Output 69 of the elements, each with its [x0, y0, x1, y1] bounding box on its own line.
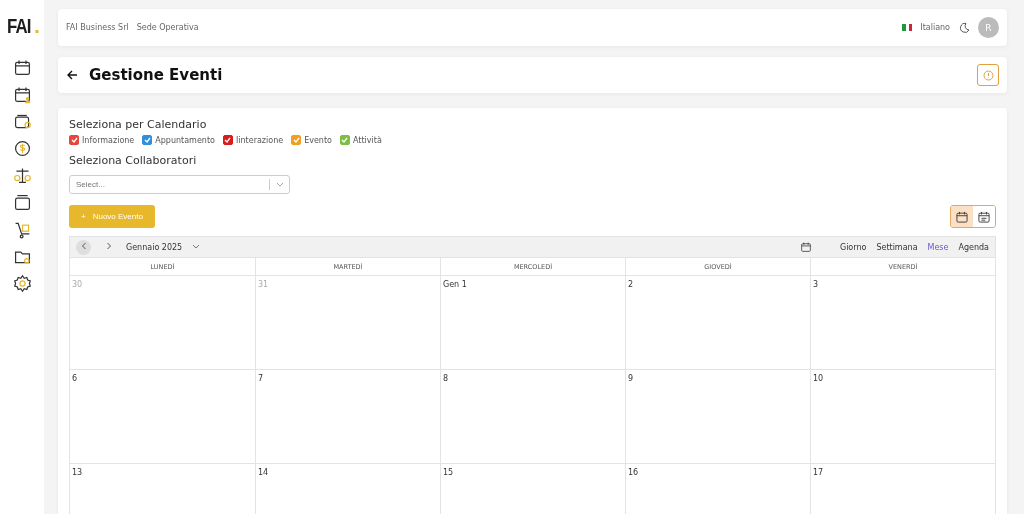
checkbox[interactable]	[69, 135, 79, 145]
day-number: 10	[813, 374, 824, 383]
month-label[interactable]: Gennaio 2025	[126, 242, 183, 252]
moon-icon[interactable]	[958, 21, 970, 34]
day-cell[interactable]: 7	[255, 369, 440, 463]
calendar-list-icon	[977, 209, 991, 224]
day-number: Gen 1	[443, 280, 467, 289]
back-arrow-icon	[67, 69, 78, 80]
day-number: 3	[813, 280, 819, 289]
view-tab[interactable]: Agenda	[958, 242, 989, 252]
day-cell[interactable]: 8	[440, 369, 625, 463]
wallet-icon[interactable]	[12, 112, 32, 131]
day-number: 17	[813, 468, 824, 477]
day-cell[interactable]: 6	[70, 369, 255, 463]
day-cell[interactable]: 9	[625, 369, 810, 463]
chevron-left-icon	[80, 242, 87, 250]
tray-icon[interactable]	[12, 193, 32, 212]
day-cell[interactable]: 2	[625, 275, 810, 369]
logo-dot: .	[33, 14, 40, 38]
section-title: Seleziona per Calendario	[69, 118, 208, 131]
chevron-right-icon	[105, 242, 112, 250]
section-title: Seleziona Collaboratori	[69, 154, 198, 167]
day-number: 30	[72, 280, 83, 289]
dollar-coin-icon[interactable]	[12, 139, 32, 158]
calendar-icon	[955, 209, 969, 224]
page-title: Gestione Eventi	[89, 66, 224, 84]
collaborator-select[interactable]: Select...	[69, 175, 290, 194]
checkbox-label: Iinterazione	[235, 135, 284, 145]
day-cell[interactable]: 10	[810, 369, 995, 463]
view-tab[interactable]: Giorno	[839, 242, 867, 252]
checkbox-label: Informazione	[82, 135, 135, 145]
chevron-down-icon[interactable]	[192, 244, 201, 250]
checkbox-label: Evento	[304, 135, 332, 145]
balance-scale-icon[interactable]	[12, 166, 32, 185]
location-name: Sede Operativa	[136, 23, 199, 32]
view-toggle-button[interactable]	[951, 206, 973, 227]
checkbox-label: Attività	[352, 135, 382, 145]
view-tab[interactable]: Settimana	[876, 242, 918, 252]
checkbox[interactable]	[291, 135, 302, 145]
logo-text: FAI	[7, 14, 31, 38]
day-cell[interactable]: 17	[810, 463, 995, 514]
info-icon	[982, 69, 994, 81]
day-cell[interactable]: 13	[70, 463, 255, 514]
view-tab[interactable]: Mese	[927, 242, 949, 252]
language-selector[interactable]: Italiano	[920, 23, 950, 32]
calendar-icon[interactable]	[12, 58, 32, 77]
day-number: 8	[443, 374, 449, 383]
day-number: 7	[258, 374, 264, 383]
day-number: 14	[258, 468, 269, 477]
day-number: 31	[258, 280, 269, 289]
day-cell[interactable]: 15	[440, 463, 625, 514]
day-number: 9	[628, 374, 634, 383]
day-cell[interactable]: 14	[255, 463, 440, 514]
day-cell[interactable]: Gen 1	[440, 275, 625, 369]
checkbox[interactable]	[222, 135, 233, 145]
settings-icon[interactable]	[12, 274, 32, 293]
italy-flag-icon	[902, 24, 913, 31]
day-cell[interactable]: 3	[810, 275, 995, 369]
day-number: 2	[628, 280, 634, 289]
day-number: 15	[443, 468, 454, 477]
day-number: 6	[72, 374, 78, 383]
day-cell[interactable]: 16	[625, 463, 810, 514]
company-name: FAI Business Srl	[66, 23, 129, 32]
day-number: 13	[72, 468, 83, 477]
checkbox[interactable]	[339, 135, 350, 145]
day-number: 16	[628, 468, 639, 477]
calendar-user-icon[interactable]	[12, 85, 32, 104]
checkbox-label: Appuntamento	[155, 135, 215, 145]
checkbox[interactable]	[142, 135, 153, 145]
